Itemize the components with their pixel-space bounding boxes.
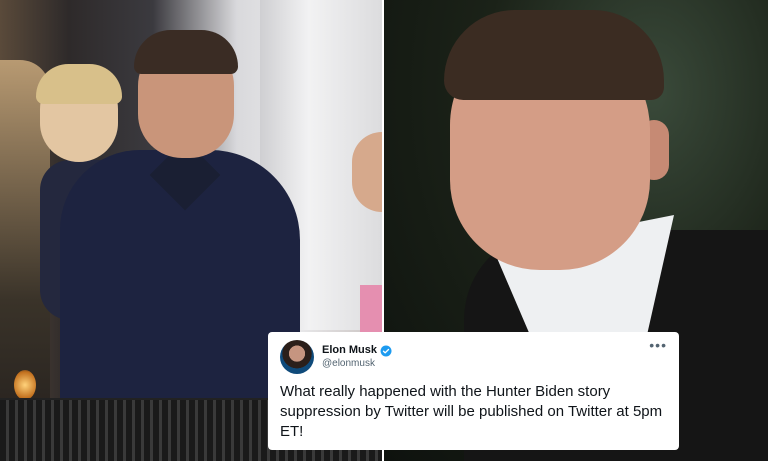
author-name[interactable]: Elon Musk [322,344,377,357]
tweet-card: Elon Musk @elonmusk ••• What really happ… [268,332,679,450]
man-hair [444,10,664,100]
man-hair [134,30,238,74]
more-options-icon[interactable]: ••• [649,338,667,352]
woman-right-dress [360,285,382,335]
avatar[interactable] [280,340,314,374]
tweet-header: Elon Musk @elonmusk ••• [280,338,667,374]
tweet-author: Elon Musk @elonmusk [322,344,392,369]
lamp-light [14,370,36,400]
child-hair [36,64,122,104]
verified-badge-icon [380,345,392,357]
tweet-text: What really happened with the Hunter Bid… [280,383,663,440]
author-handle[interactable]: @elonmusk [322,358,392,370]
